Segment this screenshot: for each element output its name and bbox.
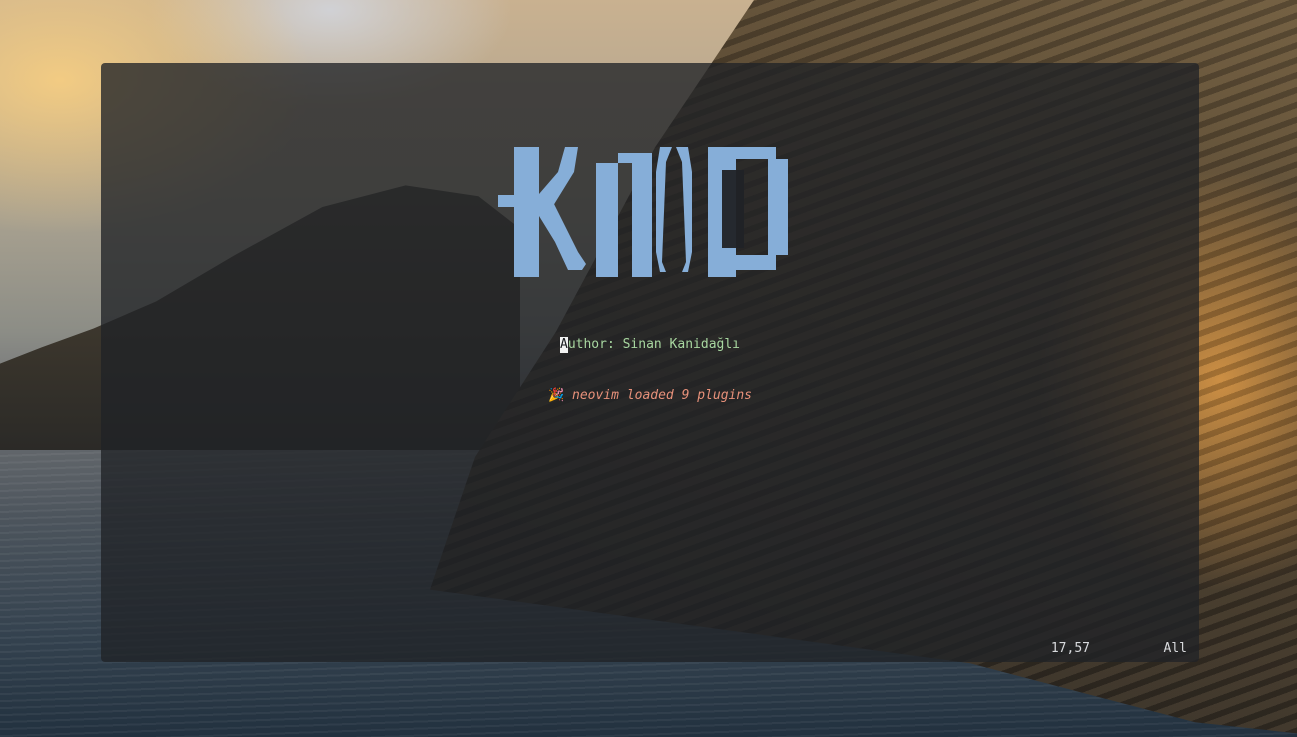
- statusline: 17,57 All: [101, 640, 1199, 662]
- plugins-loaded-text: neovim loaded 9 plugins: [572, 388, 753, 403]
- logo-letters: [498, 147, 788, 277]
- plugins-loaded-line: 🎉 neovim loaded 9 plugins: [101, 388, 1199, 404]
- author-line: Author: Sinan Kanidağlı: [101, 337, 1199, 353]
- cursor-position: 17,57: [1050, 641, 1090, 656]
- scroll-indicator: All: [1163, 641, 1187, 656]
- dashboard-logo: [498, 132, 798, 278]
- terminal-window[interactable]: Author: Sinan Kanidağlı 🎉 neovim loaded …: [101, 63, 1199, 662]
- text-cursor: A: [559, 337, 568, 353]
- party-popper-icon: 🎉: [547, 388, 565, 403]
- author-text: uthor: Sinan Kanidağlı: [567, 337, 740, 352]
- knid-ascii-logo: [498, 147, 788, 277]
